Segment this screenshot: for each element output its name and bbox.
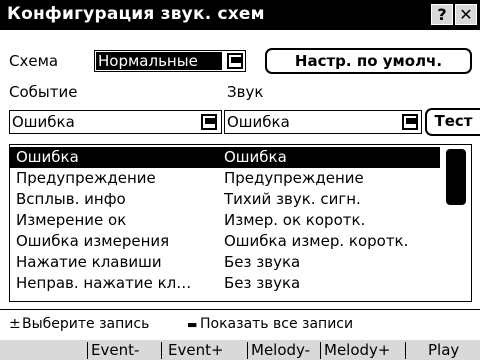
- list-scrollbar-thumb[interactable]: [446, 149, 466, 205]
- list-item[interactable]: Ошибка Ошибка: [10, 147, 440, 168]
- sound-select[interactable]: Ошибка: [224, 110, 422, 134]
- hint-show-all: Показать все записи: [200, 316, 354, 332]
- list-item-sound: Ошибка измер. коротк.: [224, 232, 409, 250]
- list-item-event: Ошибка: [16, 148, 79, 166]
- softkey-melody-minus[interactable]: Melody-: [251, 341, 310, 360]
- test-button[interactable]: Тест: [425, 108, 480, 136]
- scheme-select-value: Нормальные: [96, 52, 222, 70]
- close-button[interactable]: ✕: [455, 4, 477, 25]
- divider: [247, 342, 248, 359]
- divider: [405, 342, 406, 359]
- list-item[interactable]: Измерение ок Измер. ок коротк.: [10, 210, 440, 231]
- scheme-label: Схема: [9, 52, 59, 70]
- list-item-event: Предупреждение: [16, 169, 156, 187]
- list-item[interactable]: Нажатие клавиши Без звука: [10, 252, 440, 273]
- help-button[interactable]: ?: [431, 4, 453, 25]
- list-item-event: Ошибка измерения: [16, 232, 170, 250]
- dialog-title: Конфигурация звук. схем: [7, 4, 265, 24]
- list-item[interactable]: Предупреждение Предупреждение: [10, 168, 440, 189]
- dropdown-icon: [402, 114, 418, 130]
- softkey-play[interactable]: Play: [428, 341, 459, 360]
- list-item[interactable]: Всплыв. инфо Тихий звук. сигн.: [10, 189, 440, 210]
- divider: [0, 309, 480, 310]
- list-item[interactable]: Неправ. нажатие кл… Без звука: [10, 273, 440, 294]
- divider: [320, 342, 321, 359]
- hint-select-entry: Выберите запись: [22, 316, 150, 332]
- list-item-event: Нажатие клавиши: [16, 253, 162, 271]
- divider: [87, 342, 88, 359]
- list-item-sound: Без звука: [224, 274, 301, 292]
- dropdown-icon: [201, 114, 217, 130]
- softkey-melody-plus[interactable]: Melody+: [324, 341, 390, 360]
- list-item-sound: Без звука: [224, 253, 301, 271]
- list-item-event: Неправ. нажатие кл…: [16, 274, 192, 292]
- event-select[interactable]: Ошибка: [9, 110, 222, 134]
- sound-scheme-dialog: Конфигурация звук. схем ? ✕ Схема Нормал…: [0, 0, 480, 360]
- list-item-sound: Тихий звук. сигн.: [224, 190, 361, 208]
- list-item-event: Измерение ок: [16, 211, 127, 229]
- sound-select-value: Ошибка: [227, 113, 290, 131]
- list-item[interactable]: Ошибка измерения Ошибка измер. коротк.: [10, 231, 440, 252]
- title-bar: Конфигурация звук. схем ? ✕: [0, 0, 480, 30]
- list-item-sound: Измер. ок коротк.: [224, 211, 366, 229]
- softkey-bar: Event- Event+ Melody- Melody+ Play: [0, 340, 480, 360]
- list-item-sound: Предупреждение: [224, 169, 364, 187]
- dropdown-icon: [227, 53, 243, 69]
- softkey-event-plus[interactable]: Event+: [168, 341, 224, 360]
- event-label: Событие: [9, 83, 78, 101]
- reset-defaults-button[interactable]: Настр. по умолч.: [265, 48, 472, 74]
- plus-minus-icon: ±: [9, 316, 21, 332]
- key-icon: ▬: [187, 318, 198, 331]
- list-item-event: Всплыв. инфо: [16, 190, 126, 208]
- softkey-event-minus[interactable]: Event-: [91, 341, 139, 360]
- sound-label: Звук: [227, 83, 264, 101]
- divider: [161, 342, 162, 359]
- list-item-sound: Ошибка: [224, 148, 287, 166]
- event-select-value: Ошибка: [12, 113, 75, 131]
- test-button-label: Тест: [434, 112, 473, 130]
- event-sound-list[interactable]: Ошибка Ошибка Предупреждение Предупрежде…: [9, 144, 472, 302]
